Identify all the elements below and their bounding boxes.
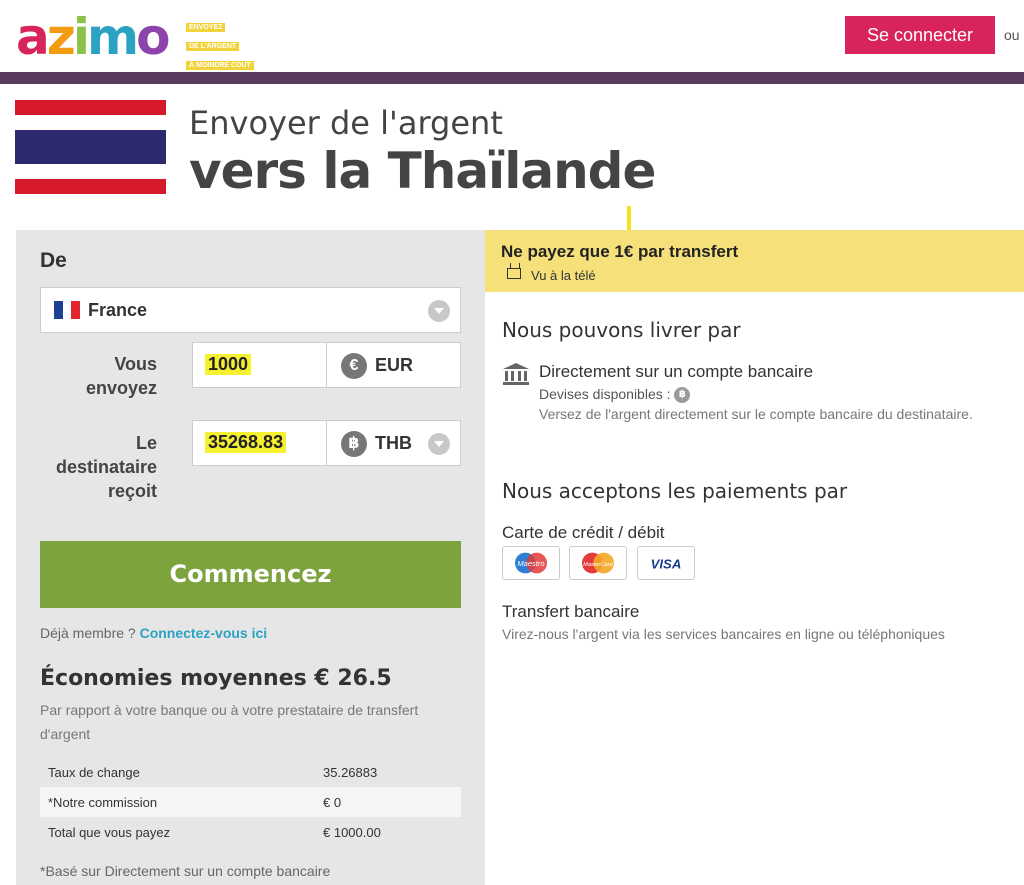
visa-card-icon: VISA	[637, 546, 695, 580]
tagline-line: À MOINDRE COÛT	[186, 61, 254, 70]
receive-label-line: Le	[135, 433, 157, 453]
selected-country: France	[88, 300, 148, 320]
start-button[interactable]: Commencez	[40, 541, 461, 608]
rate-value: € 0	[323, 795, 342, 810]
delivery-method-description: Versez de l'argent directement sur le co…	[539, 406, 973, 422]
receive-currency-select[interactable]: ฿ THB	[326, 420, 461, 466]
rate-label: *Notre commission	[48, 795, 158, 810]
euro-icon: €	[341, 353, 367, 379]
maestro-card-icon: Maestro	[502, 546, 560, 580]
send-currency-box: € EUR	[326, 342, 461, 388]
tagline-line: ENVOYEZ	[186, 23, 226, 32]
bank-icon	[503, 363, 529, 385]
card-label: VISA	[651, 557, 682, 572]
receive-label-line: reçoit	[107, 481, 157, 501]
promo-title: Ne payez que 1€ par transfert	[501, 242, 739, 261]
available-currencies: Devises disponibles : ฿	[539, 386, 691, 404]
rate-label: Taux de change	[48, 765, 140, 780]
card-label: Maestro	[517, 559, 544, 568]
bank-transfer-title: Transfert bancaire	[502, 602, 640, 621]
footnote: *Basé sur Directement sur un compte banc…	[40, 863, 331, 879]
savings-description: Par rapport à votre banque ou à votre pr…	[40, 702, 419, 742]
receive-label: Le destinataire reçoit	[40, 431, 157, 503]
rate-value: 35.26883	[323, 765, 378, 780]
send-amount-input[interactable]: 1000	[192, 342, 327, 388]
send-label: Vous envoyez	[60, 352, 157, 400]
rate-row: Total que vous payez € 1000.00	[40, 817, 461, 847]
from-label: De	[40, 249, 67, 272]
baht-icon: ฿	[341, 431, 367, 457]
country-select[interactable]: France	[40, 287, 461, 333]
rate-value: € 1000.00	[323, 825, 381, 840]
tagline-line: DE L'ARGENT	[186, 42, 240, 51]
savings-title: Économies moyennes € 26.5	[40, 666, 392, 691]
france-flag-icon	[54, 301, 81, 319]
rate-label: Total que vous payez	[48, 825, 171, 840]
receive-label-line: destinataire	[55, 457, 157, 477]
receive-amount-input[interactable]: 35268.83	[192, 420, 327, 466]
currencies-label: Devises disponibles :	[539, 386, 671, 402]
login-button[interactable]: Se connecter	[845, 16, 995, 54]
highlight-mark	[627, 206, 631, 230]
baht-icon: ฿	[674, 387, 691, 404]
rate-row: Taux de change 35.26883	[40, 757, 461, 787]
member-text: Déjà membre ?	[40, 625, 136, 641]
card-label: MasterCard	[583, 562, 613, 568]
azimo-logo[interactable]: azimo	[16, 12, 171, 62]
chevron-down-icon	[428, 433, 450, 455]
card-payment-title: Carte de crédit / débit	[502, 523, 665, 542]
send-label-line: Vous	[114, 354, 157, 374]
logo-tagline: ENVOYEZ DE L'ARGENT À MOINDRE COÛT	[186, 16, 264, 73]
member-prompt: Déjà membre ? Connectez-vous ici	[40, 625, 267, 641]
delivery-method-title: Directement sur un compte bancaire	[539, 362, 814, 381]
send-amount-value: 1000	[205, 354, 252, 375]
bank-transfer-description: Virez-nous l'argent via les services ban…	[502, 626, 945, 642]
page-title-line2: vers la Thaïlande	[189, 142, 656, 200]
or-text: ou	[1004, 27, 1020, 43]
tv-icon	[507, 268, 521, 279]
thailand-flag	[15, 100, 166, 194]
payment-section-title: Nous acceptons les paiements par	[502, 479, 848, 503]
page-title-line1: Envoyer de l'argent	[189, 104, 503, 142]
mastercard-card-icon: MasterCard	[569, 546, 627, 580]
receive-currency-code: THB	[375, 433, 412, 453]
send-label-line: envoyez	[85, 378, 157, 398]
login-link[interactable]: Connectez-vous ici	[140, 625, 268, 641]
promo-subtitle: Vu à la télé	[531, 268, 596, 283]
header-divider-bar	[0, 72, 1024, 84]
promo-banner: Ne payez que 1€ par transfert Vu à la té…	[485, 230, 1024, 292]
send-currency-code: EUR	[375, 355, 414, 375]
header: azimo ENVOYEZ DE L'ARGENT À MOINDRE COÛT…	[0, 0, 1024, 74]
delivery-section-title: Nous pouvons livrer par	[502, 318, 741, 342]
chevron-down-icon	[428, 300, 450, 322]
receive-amount-value: 35268.83	[205, 432, 287, 453]
rate-row: *Notre commission € 0	[40, 787, 461, 817]
